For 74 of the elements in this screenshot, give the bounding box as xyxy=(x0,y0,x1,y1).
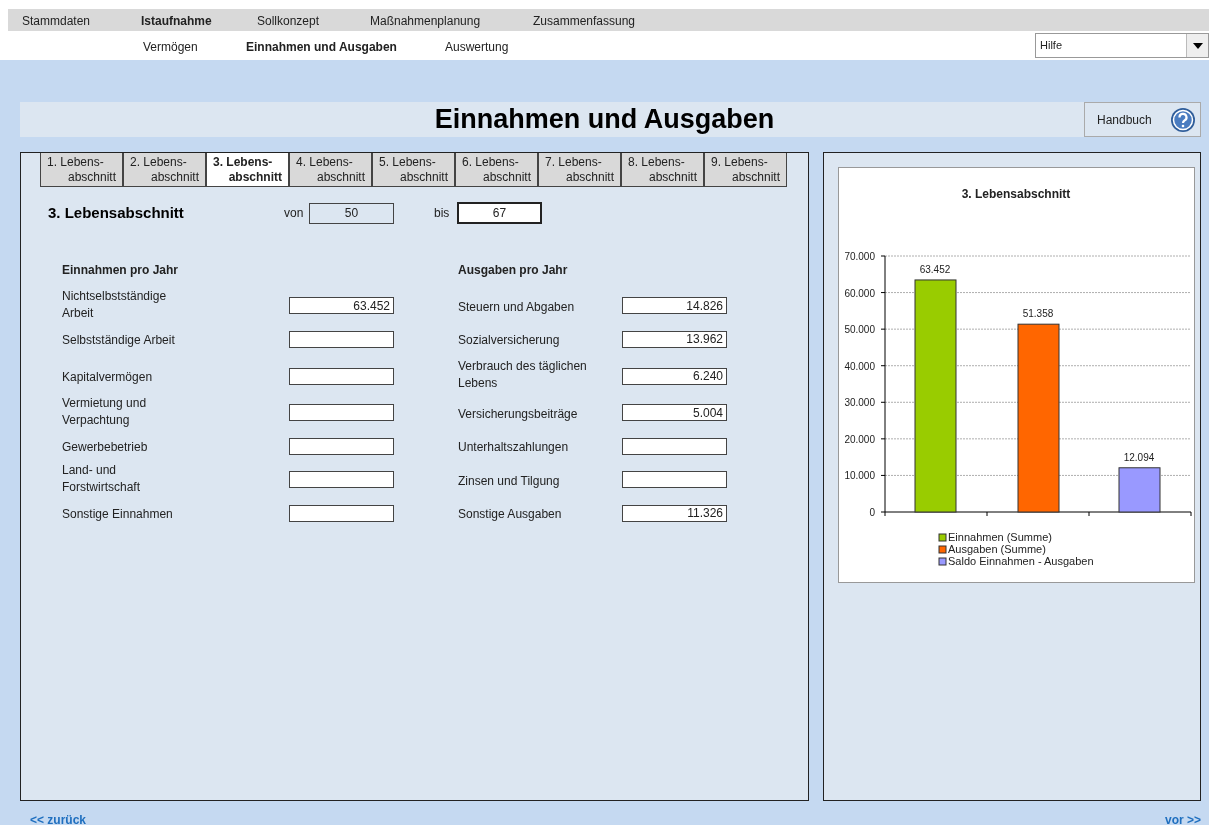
y-tick-label: 60.000 xyxy=(844,287,875,299)
field-label: Sonstige Ausgaben xyxy=(458,506,562,524)
data-label: 51.358 xyxy=(1022,308,1054,320)
field-label: Sonstige Einnahmen xyxy=(62,506,173,524)
tab[interactable]: 1. Lebens- abschnitt xyxy=(40,153,123,187)
amount-field[interactable]: 13.962 xyxy=(622,330,727,348)
main-menu-item[interactable]: Zusammenfassung xyxy=(533,14,636,28)
main-menu-item[interactable]: Maßnahmenplanung xyxy=(370,14,481,28)
amount-field[interactable] xyxy=(289,471,394,489)
amount-field[interactable]: 63.452 xyxy=(289,297,394,315)
column-heading: Ausgaben pro Jahr xyxy=(458,262,569,279)
help-dropdown[interactable]: Hilfe xyxy=(1035,33,1209,58)
field-label: Selbstständige Arbeit xyxy=(62,332,175,350)
chart-title: 3. Lebensabschnitt xyxy=(961,187,1071,201)
tab[interactable]: 7. Lebens- abschnitt xyxy=(538,153,621,187)
from-field[interactable]: 50 xyxy=(309,202,394,224)
field-label: Land- und Forstwirtschaft xyxy=(62,461,141,496)
y-tick-label: 30.000 xyxy=(844,397,875,409)
y-tick-label: 10.000 xyxy=(844,470,875,482)
column-heading: Einnahmen pro Jahr xyxy=(62,262,180,279)
caret-icon xyxy=(1192,42,1203,49)
to-label: bis xyxy=(434,205,451,222)
amount-field[interactable] xyxy=(622,437,727,455)
main-menu-item[interactable]: Istaufnahme xyxy=(141,14,212,28)
field-label: Versicherungsbeiträge xyxy=(458,405,578,423)
to-field[interactable]: 67 xyxy=(457,202,542,224)
field-label: Gewerbebetrieb xyxy=(62,439,148,457)
sub-menu-item[interactable]: Auswertung xyxy=(445,39,509,54)
sub-menu-item[interactable]: Einnahmen und Ausgaben xyxy=(246,39,397,54)
amount-field[interactable] xyxy=(289,367,394,385)
y-tick-label: 50.000 xyxy=(844,324,875,336)
amount-field[interactable] xyxy=(622,471,727,489)
field-label: Vermietung und Verpachtung xyxy=(62,394,148,429)
amount-field[interactable] xyxy=(289,330,394,348)
amount-field[interactable]: 5.004 xyxy=(622,404,727,422)
sub-menu-item[interactable]: Vermögen xyxy=(143,39,198,54)
field-label: Zinsen und Tilgung xyxy=(458,472,560,490)
main-menu-item[interactable]: Stammdaten xyxy=(22,14,91,28)
legend-label: Saldo Einnahmen - Ausgaben xyxy=(948,555,1094,567)
tab[interactable]: 3. Lebens- abschnitt xyxy=(206,153,289,187)
legend-label: Ausgaben (Summe) xyxy=(948,543,1046,555)
tab[interactable]: 5. Lebens- abschnitt xyxy=(372,153,455,187)
section-title: 3. Lebensabschnitt xyxy=(48,202,185,223)
field-label: Unterhaltszahlungen xyxy=(458,439,569,457)
manual-button[interactable]: Handbuch xyxy=(1084,102,1201,137)
tab[interactable]: 8. Lebens- abschnitt xyxy=(621,153,704,187)
back-link[interactable]: << zurück xyxy=(30,811,87,825)
from-label: von xyxy=(284,205,305,222)
tab[interactable]: 4. Lebens- abschnitt xyxy=(289,153,372,187)
data-label: 12.094 xyxy=(1123,451,1155,463)
data-label: 63.452 xyxy=(919,263,951,275)
tab[interactable]: 9. Lebens- abschnitt xyxy=(704,153,787,187)
field-label: Steuern und Abgaben xyxy=(458,298,575,316)
field-label: Kapitalvermögen xyxy=(62,369,153,386)
amount-field[interactable]: 6.240 xyxy=(622,367,727,385)
amount-field[interactable] xyxy=(289,437,394,455)
field-label: Sozialversicherung xyxy=(458,332,560,350)
y-tick-label: 0 xyxy=(869,507,875,518)
legend-label: Einnahmen (Summe) xyxy=(948,531,1052,543)
y-tick-label: 20.000 xyxy=(844,433,875,445)
tab[interactable]: 2. Lebens- abschnitt xyxy=(123,153,206,187)
page-title: Einnahmen und Ausgaben xyxy=(434,103,775,137)
tab[interactable]: 6. Lebens- abschnitt xyxy=(455,153,538,187)
amount-field[interactable]: 14.826 xyxy=(622,297,727,315)
next-link[interactable]: vor >> xyxy=(1164,811,1201,825)
amount-field[interactable] xyxy=(289,404,394,422)
field-label: Verbrauch des täglichen Lebens xyxy=(458,358,588,392)
y-tick-label: 70.000 xyxy=(844,251,875,262)
field-label: Nichtselbstständige Arbeit xyxy=(62,287,168,322)
amount-field[interactable]: 11.326 xyxy=(622,504,727,522)
y-tick-label: 40.000 xyxy=(844,360,875,372)
main-menu-item[interactable]: Sollkonzept xyxy=(257,14,320,28)
help-icon xyxy=(1170,106,1196,133)
amount-field[interactable] xyxy=(289,504,394,522)
